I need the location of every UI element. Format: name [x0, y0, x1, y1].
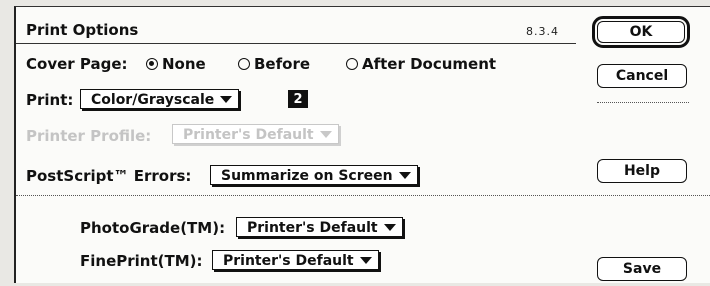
page-count-badge: 2	[288, 90, 308, 108]
fineprint-label: FinePrint(TM):	[80, 252, 203, 270]
save-button[interactable]: Save	[597, 257, 687, 281]
fineprint-popup[interactable]: Printer's Default	[212, 250, 379, 270]
print-mode-popup[interactable]: Color/Grayscale	[80, 89, 240, 109]
cover-page-none-radio[interactable]: None	[146, 55, 206, 73]
cover-page-none-label: None	[162, 55, 206, 73]
button-divider	[597, 102, 689, 103]
radio-unselected-icon	[238, 58, 250, 70]
print-label: Print:	[26, 91, 74, 109]
photograde-label: PhotoGrade(TM):	[80, 219, 226, 237]
ok-button[interactable]: OK	[592, 16, 690, 48]
print-options-dialog: Print Options 8.3.4 Cover Page: None Bef…	[14, 6, 710, 283]
dropdown-arrow-icon	[359, 257, 372, 264]
postscript-errors-value: Summarize on Screen	[221, 167, 393, 184]
section-divider	[16, 195, 710, 196]
printer-profile-label: Printer Profile:	[26, 127, 152, 145]
title-divider	[16, 43, 576, 44]
cancel-button[interactable]: Cancel	[597, 64, 687, 88]
printer-profile-popup: Printer's Default	[172, 124, 339, 144]
radio-selected-icon	[146, 58, 158, 70]
version-label: 8.3.4	[526, 25, 559, 38]
cover-page-after-radio[interactable]: After Document	[346, 55, 496, 73]
radio-unselected-icon	[346, 58, 358, 70]
fineprint-value: Printer's Default	[223, 252, 354, 269]
dialog-title: Print Options	[26, 21, 139, 39]
dropdown-arrow-icon	[383, 224, 396, 231]
postscript-errors-label: PostScript™ Errors:	[26, 167, 192, 185]
photograde-popup[interactable]: Printer's Default	[236, 217, 403, 237]
postscript-errors-popup[interactable]: Summarize on Screen	[210, 165, 418, 185]
printer-profile-value: Printer's Default	[183, 126, 314, 143]
photograde-value: Printer's Default	[247, 219, 378, 236]
print-mode-value: Color/Grayscale	[91, 91, 215, 108]
dropdown-arrow-icon	[319, 131, 332, 138]
cover-page-after-label: After Document	[362, 55, 497, 73]
cover-page-label: Cover Page:	[26, 55, 128, 73]
cover-page-before-label: Before	[254, 55, 311, 73]
dropdown-arrow-icon	[398, 172, 411, 179]
dropdown-arrow-icon	[220, 96, 233, 103]
cover-page-before-radio[interactable]: Before	[238, 55, 310, 73]
help-button[interactable]: Help	[597, 159, 687, 183]
